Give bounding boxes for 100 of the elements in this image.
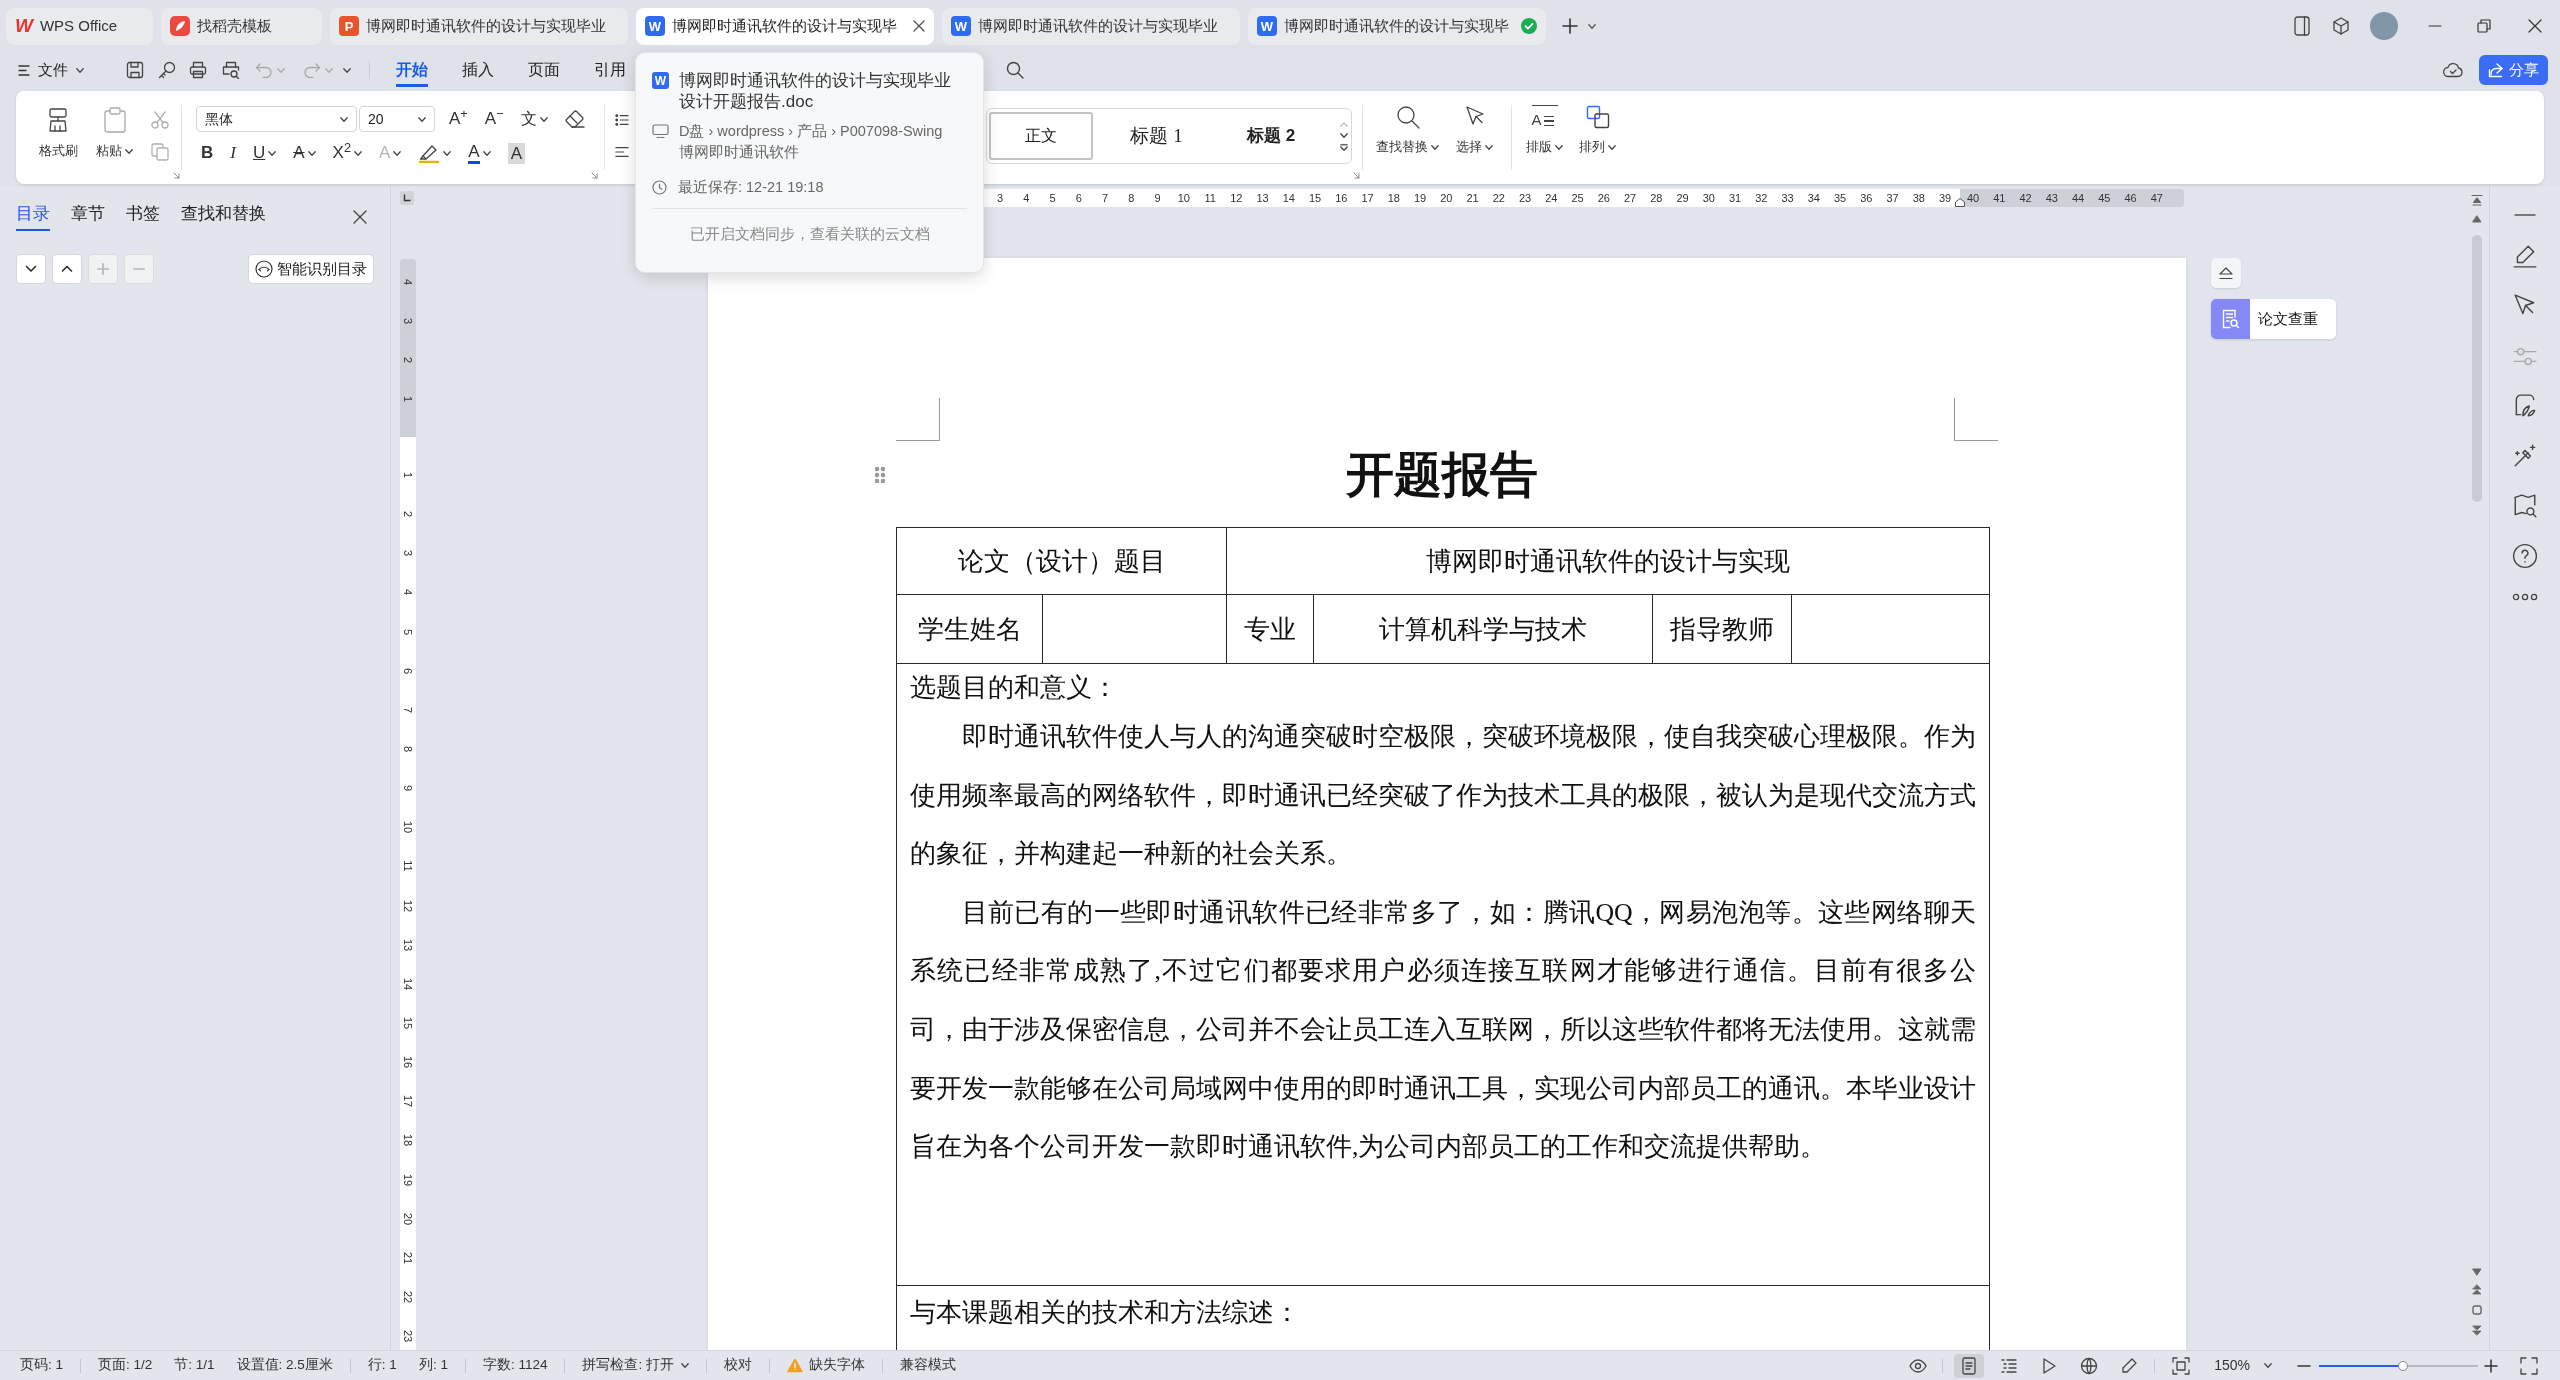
eraser-icon[interactable] [564, 110, 585, 128]
panel-tab[interactable]: 章节 [71, 203, 105, 231]
eye-icon[interactable] [1909, 1356, 1928, 1375]
zoom-slider-thumb[interactable] [2398, 1360, 2409, 1371]
plus-icon[interactable] [1562, 18, 1578, 34]
save-icon[interactable] [126, 61, 144, 79]
style-option[interactable]: 标题 2 [1220, 112, 1322, 160]
file-menu[interactable]: 文件 [18, 58, 84, 82]
caret-icon[interactable] [343, 67, 351, 73]
corner-arrow-icon[interactable] [1353, 172, 1360, 179]
scrollbar-thumb[interactable] [2471, 235, 2482, 502]
template-tab[interactable]: 找稻壳模板 [161, 7, 322, 45]
pen-icon[interactable] [2512, 243, 2538, 269]
ruler-number: 3 [402, 317, 414, 324]
zoom-slider[interactable] [2319, 1359, 2478, 1372]
phonetic-guide-button[interactable]: 文 [520, 107, 548, 131]
collapse-button[interactable] [2211, 258, 2241, 288]
scroll-up-arrow-icon[interactable] [2471, 215, 2482, 223]
more-icon[interactable] [2512, 593, 2538, 601]
previous-page-icon[interactable] [2471, 1284, 2482, 1295]
character-shading-button[interactable]: A [507, 141, 526, 165]
select-button[interactable]: 选择 [1456, 91, 1493, 184]
font-size-dropdown[interactable]: 20 [359, 106, 435, 132]
indent-marker-icon[interactable] [1955, 198, 1965, 207]
caret-icon[interactable] [1588, 23, 1596, 29]
restore-icon[interactable] [2477, 19, 2491, 33]
scroll-top-icon[interactable] [2470, 194, 2483, 206]
ribbon-tab[interactable]: 插入 [462, 53, 494, 87]
move-down-button[interactable] [16, 254, 46, 284]
scroll-down-arrow-icon[interactable] [2471, 1268, 2482, 1276]
underline-button[interactable]: U [252, 141, 277, 165]
document-tab[interactable]: W 博网即时通讯软件的设计与实现毕 [1248, 7, 1546, 45]
zoom-out-icon[interactable] [2297, 1364, 2311, 1367]
page-view-button[interactable] [1954, 1353, 1985, 1378]
close-icon[interactable] [2528, 19, 2542, 33]
format-painter-button[interactable]: 格式刷 [34, 91, 82, 184]
browse-object-icon[interactable] [2471, 1305, 2482, 1315]
plagiarism-check-button[interactable]: 论文查重 [2211, 299, 2336, 339]
magic-wand-icon[interactable] [2512, 443, 2538, 469]
scroll-down-icon[interactable] [1340, 132, 1348, 138]
bold-button[interactable]: B [201, 141, 214, 165]
move-up-button[interactable] [52, 254, 82, 284]
ruler-number: 30 [1701, 191, 1716, 205]
fit-page-icon[interactable] [2172, 1356, 2191, 1375]
spell-check-dropdown[interactable]: 拼写检查: 打开 [582, 1355, 689, 1376]
grow-font-button[interactable]: A$^{+}$ [449, 107, 468, 131]
status-text: 列: 1 [418, 1356, 448, 1375]
font-color-button[interactable]: A [468, 141, 491, 165]
strikethrough-button[interactable]: A [293, 141, 316, 165]
corner-arrow-icon[interactable] [590, 172, 598, 179]
align-icon[interactable] [614, 145, 629, 159]
typesetting-button[interactable]: A 排版 [1526, 91, 1563, 184]
wps-logo: W [15, 16, 33, 36]
panel-tab[interactable]: 查找和替换 [181, 203, 266, 231]
fullscreen-icon[interactable] [2520, 1356, 2538, 1375]
arrange-button[interactable]: 排列 [1579, 91, 1616, 184]
help-icon[interactable] [2512, 543, 2538, 569]
document-tab[interactable]: W 博网即时通讯软件的设计与实现毕 [636, 7, 934, 45]
smart-toc-button[interactable]: 智能识别目录 [248, 254, 374, 284]
key-icon[interactable] [158, 61, 176, 79]
ribbon-tab[interactable]: 引用 [594, 53, 626, 87]
table-cell: 计算机科学与技术 [1313, 594, 1653, 664]
book-search-icon[interactable] [2512, 493, 2538, 519]
font-name-dropdown[interactable]: 黑体 [196, 106, 357, 132]
drag-handle-icon[interactable] [875, 467, 885, 483]
next-page-icon[interactable] [2471, 1325, 2482, 1336]
cube-icon[interactable] [2332, 17, 2350, 35]
document-title: 开题报告 [1346, 447, 1538, 503]
ruler-number: 25 [1570, 191, 1585, 205]
print-preview-icon[interactable] [222, 61, 240, 79]
corner-arrow-icon[interactable] [173, 172, 180, 179]
close-icon[interactable] [353, 210, 367, 224]
shrink-font-button[interactable]: A$^{−}$ [484, 107, 504, 131]
find-replace-button[interactable]: 查找替换 [1376, 91, 1439, 184]
close-icon[interactable] [913, 20, 925, 32]
more-styles-icon[interactable] [1340, 143, 1348, 151]
superscript-button[interactable]: X$^{2}$ [332, 141, 362, 165]
ruler-number: 4 [402, 589, 414, 596]
ruler-number: 24 [1544, 191, 1559, 205]
home-tab[interactable]: W WPS Office [6, 7, 153, 45]
share-button[interactable]: 分享 [2479, 55, 2548, 85]
zoom-in-icon[interactable] [2484, 1358, 2498, 1373]
tablet-icon[interactable] [2294, 16, 2310, 36]
italic-button[interactable]: I [230, 141, 236, 165]
style-option[interactable]: 标题 1 [1099, 112, 1214, 160]
paste-button[interactable]: 粘贴 [96, 91, 133, 184]
panel-tab[interactable]: 目录 [16, 203, 50, 231]
zoom-level-dropdown[interactable]: 150% [2214, 1355, 2272, 1376]
bullet-list-icon[interactable] [614, 113, 629, 127]
search-icon[interactable] [1006, 61, 1024, 79]
document-tab[interactable]: W 博网即时通讯软件的设计与实现毕业 [942, 7, 1240, 45]
style-option[interactable]: 正文 [989, 112, 1093, 160]
ribbon-tab[interactable]: 页面 [528, 53, 560, 87]
document-tab[interactable]: P 博网即时通讯软件的设计与实现毕业 [330, 7, 628, 45]
missing-fonts-button[interactable]: 缺失字体 [786, 1355, 865, 1376]
status-text: 兼容模式 [899, 1356, 956, 1375]
print-icon[interactable] [189, 61, 207, 79]
panel-tab[interactable]: 书签 [126, 203, 160, 231]
tab-stop-selector[interactable] [400, 191, 414, 205]
cloud-check-icon[interactable] [2443, 62, 2463, 78]
